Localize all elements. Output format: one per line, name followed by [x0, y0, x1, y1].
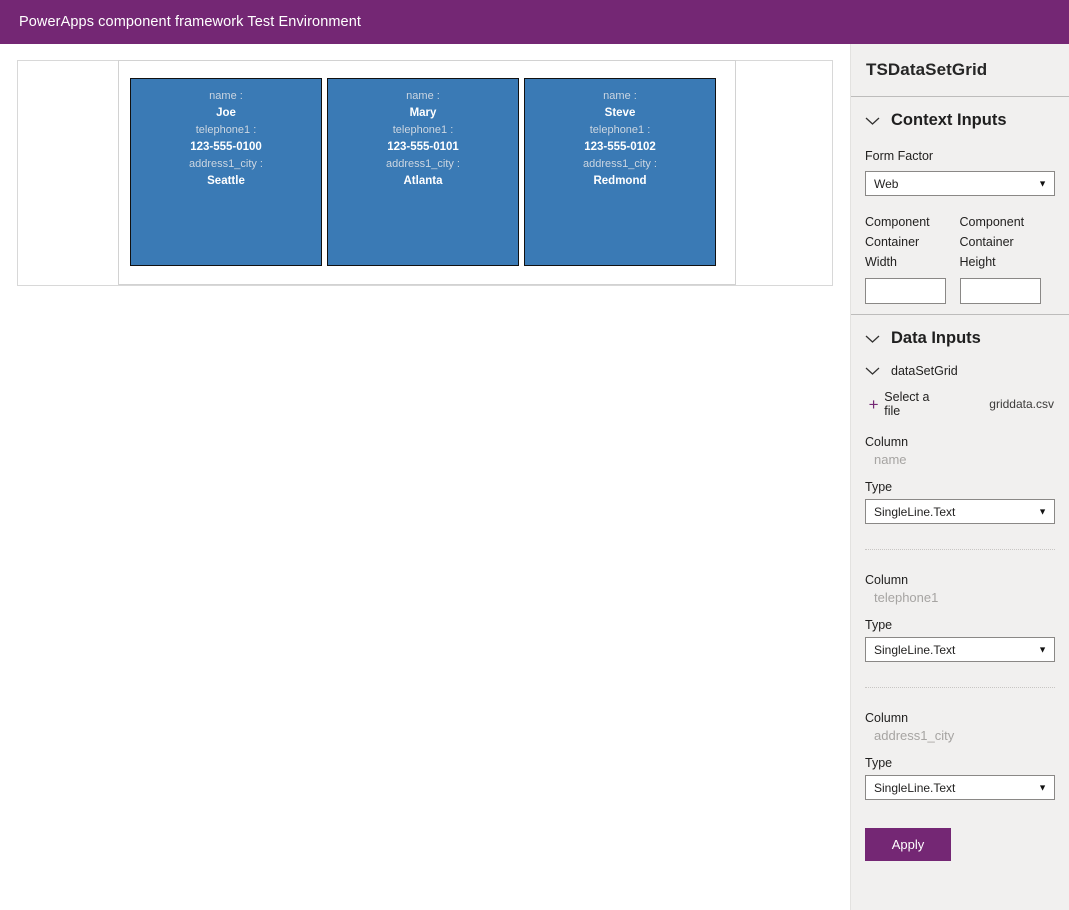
dataset-name: dataSetGrid — [891, 364, 958, 378]
select-file-button[interactable]: Select a file — [884, 390, 946, 418]
data-inputs-title: Data Inputs — [891, 329, 981, 348]
properties-panel: TSDataSetGrid Context Inputs Form Factor… — [850, 44, 1069, 910]
column-config-group: Column name Type SingleLine.Text ▼ — [865, 435, 1054, 524]
chevron-down-icon: ▼ — [1038, 783, 1047, 792]
form-factor-label: Form Factor — [865, 146, 1054, 166]
chevron-down-icon: ▼ — [1038, 179, 1047, 188]
app-title: PowerApps component framework Test Envir… — [0, 14, 361, 30]
data-inputs-section: Data Inputs dataSetGrid + Select a file … — [851, 315, 1069, 871]
chevron-down-icon: ▼ — [1038, 507, 1047, 516]
selected-file-name: griddata.csv — [989, 397, 1054, 411]
component-inner-container: name : Joe telephone1 : 123-555-0100 add… — [118, 60, 736, 285]
record-field-label: address1_city : — [131, 156, 321, 173]
container-width-input[interactable] — [865, 278, 946, 304]
column-type-value: SingleLine.Text — [866, 505, 955, 519]
dataset-record-card[interactable]: name : Steve telephone1 : 123-555-0102 a… — [524, 78, 716, 266]
chevron-down-icon[interactable] — [865, 366, 880, 376]
type-label: Type — [865, 618, 1054, 632]
app-header: PowerApps component framework Test Envir… — [0, 0, 1069, 44]
data-inputs-header[interactable]: Data Inputs — [865, 329, 1054, 348]
container-size-fields: Component Container Width Component Cont… — [865, 212, 1054, 304]
record-field-value: Atlanta — [328, 173, 518, 190]
container-width-label-line1: Component — [865, 215, 930, 229]
container-width-label: Component Container Width — [865, 212, 960, 272]
dataset-record-card[interactable]: name : Joe telephone1 : 123-555-0100 add… — [130, 78, 322, 266]
chevron-down-icon[interactable] — [865, 334, 880, 344]
container-height-label-line2: Container — [960, 235, 1014, 249]
form-factor-value: Web — [866, 177, 898, 191]
record-field-value: Redmond — [525, 173, 715, 190]
chevron-down-icon: ▼ — [1038, 645, 1047, 654]
record-field-value: 123-555-0100 — [131, 139, 321, 156]
column-label: Column — [865, 435, 1054, 449]
record-field-value: 123-555-0101 — [328, 139, 518, 156]
form-factor-select[interactable]: Web ▼ — [865, 171, 1055, 196]
record-field-label: telephone1 : — [525, 122, 715, 139]
container-width-field: Component Container Width — [865, 212, 960, 304]
dataset-group-header[interactable]: dataSetGrid — [865, 364, 1054, 378]
container-height-label: Component Container Height — [960, 212, 1055, 272]
column-type-value: SingleLine.Text — [866, 781, 955, 795]
record-field-value: 123-555-0102 — [525, 139, 715, 156]
column-label: Column — [865, 711, 1054, 725]
plus-icon[interactable]: + — [865, 396, 882, 413]
context-inputs-section: Context Inputs Form Factor Web ▼ Compone… — [851, 97, 1069, 314]
column-type-select[interactable]: SingleLine.Text ▼ — [865, 637, 1055, 662]
column-value: name — [865, 452, 1054, 467]
record-field-label: address1_city : — [525, 156, 715, 173]
column-type-select[interactable]: SingleLine.Text ▼ — [865, 499, 1055, 524]
panel-header: TSDataSetGrid — [851, 44, 1069, 96]
column-separator — [865, 549, 1055, 550]
container-height-input[interactable] — [960, 278, 1041, 304]
record-field-label: name : — [525, 88, 715, 105]
apply-button[interactable]: Apply — [865, 828, 951, 861]
container-width-label-line3: Width — [865, 255, 897, 269]
record-field-label: name : — [328, 88, 518, 105]
record-field-label: address1_city : — [328, 156, 518, 173]
context-inputs-title: Context Inputs — [891, 111, 1007, 130]
container-height-field: Component Container Height — [960, 212, 1055, 304]
container-height-label-line1: Component — [960, 215, 1025, 229]
container-height-label-line3: Height — [960, 255, 996, 269]
record-field-value: Joe — [131, 105, 321, 122]
component-name-title: TSDataSetGrid — [866, 60, 987, 80]
record-field-value: Mary — [328, 105, 518, 122]
column-type-value: SingleLine.Text — [866, 643, 955, 657]
column-type-select[interactable]: SingleLine.Text ▼ — [865, 775, 1055, 800]
column-value: telephone1 — [865, 590, 1054, 605]
type-label: Type — [865, 480, 1054, 494]
container-width-label-line2: Container — [865, 235, 919, 249]
column-separator — [865, 687, 1055, 688]
column-value: address1_city — [865, 728, 1054, 743]
record-field-value: Steve — [525, 105, 715, 122]
context-inputs-header[interactable]: Context Inputs — [865, 111, 1054, 130]
chevron-down-icon[interactable] — [865, 116, 880, 126]
select-file-row: + Select a file griddata.csv — [865, 390, 1054, 418]
dataset-record-card[interactable]: name : Mary telephone1 : 123-555-0101 ad… — [327, 78, 519, 266]
component-preview-stage: name : Joe telephone1 : 123-555-0100 add… — [0, 44, 850, 910]
dataset-card-row: name : Joe telephone1 : 123-555-0100 add… — [130, 78, 716, 266]
record-field-value: Seattle — [131, 173, 321, 190]
column-config-group: Column telephone1 Type SingleLine.Text ▼ — [865, 573, 1054, 662]
component-outer-container: name : Joe telephone1 : 123-555-0100 add… — [17, 60, 833, 286]
column-config-group: Column address1_city Type SingleLine.Tex… — [865, 711, 1054, 800]
record-field-label: name : — [131, 88, 321, 105]
column-label: Column — [865, 573, 1054, 587]
type-label: Type — [865, 756, 1054, 770]
record-field-label: telephone1 : — [131, 122, 321, 139]
record-field-label: telephone1 : — [328, 122, 518, 139]
